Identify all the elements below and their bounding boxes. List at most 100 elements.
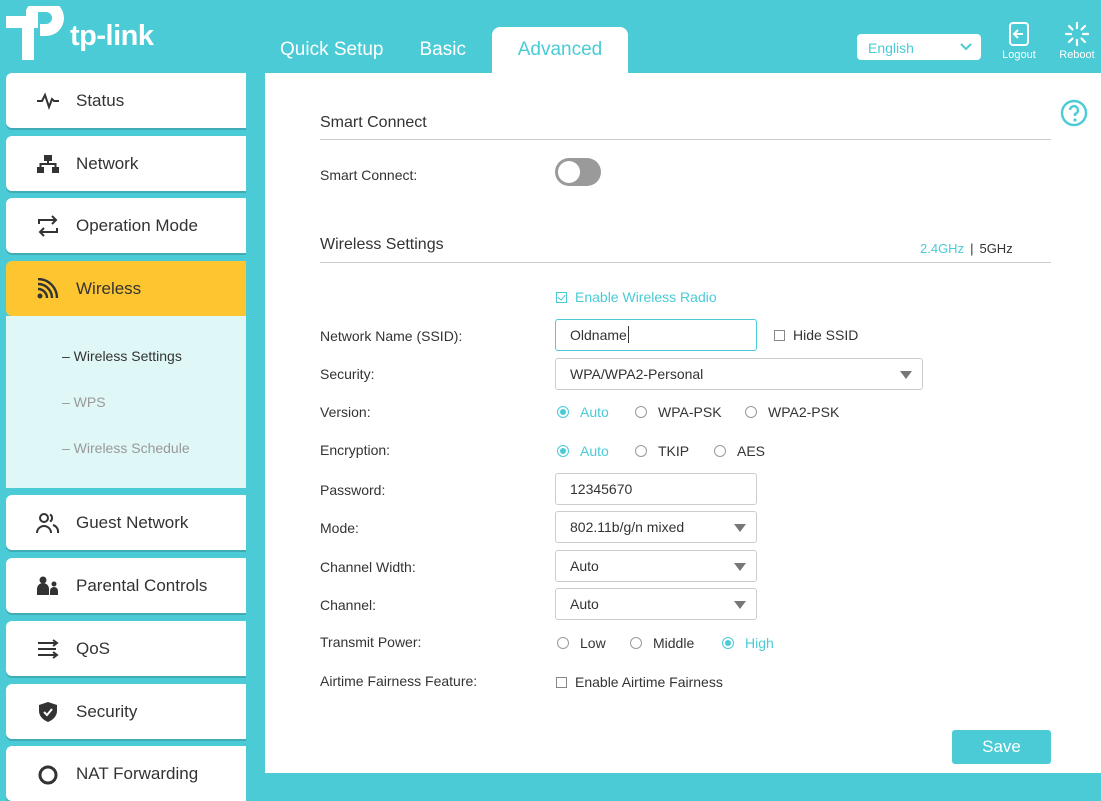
sidebar-item-security[interactable]: Security — [6, 684, 246, 739]
wireless-settings-title: Wireless Settings — [320, 236, 444, 253]
band-switch: 2.4GHz | 5GHz — [920, 241, 1013, 256]
radio-dot — [635, 406, 647, 418]
smart-connect-toggle[interactable] — [555, 158, 601, 186]
band-5ghz-link[interactable]: 5GHz — [979, 241, 1012, 256]
dropdown-arrow-icon — [734, 563, 746, 571]
security-select[interactable]: WPA/WPA2-Personal — [555, 358, 923, 390]
airtime-fairness-checkbox-label: Enable Airtime Fairness — [575, 674, 723, 690]
encryption-radio-aes[interactable]: AES — [714, 443, 765, 459]
radio-dot — [630, 637, 642, 649]
transmit-power-option-label: Middle — [653, 635, 695, 651]
hide-ssid-label: Hide SSID — [793, 327, 859, 343]
chevron-down-icon — [960, 43, 972, 51]
version-radio-wpa-psk[interactable]: WPA-PSK — [635, 404, 722, 420]
transmit-power-radio-high[interactable]: High — [722, 635, 774, 651]
reboot-button[interactable]: Reboot — [1052, 22, 1101, 61]
tab-advanced[interactable]: Advanced — [491, 27, 628, 73]
shield-icon — [39, 702, 57, 722]
users-icon — [36, 513, 60, 534]
sidebar-item-label: Guest Network — [76, 513, 189, 532]
sidebar-item-qos[interactable]: QoS — [6, 621, 246, 676]
password-label: Password: — [320, 482, 386, 498]
version-label: Version: — [320, 404, 371, 420]
submenu-item-wireless-settings[interactable]: – Wireless Settings — [62, 348, 182, 364]
enable-wireless-radio-label: Enable Wireless Radio — [575, 289, 717, 305]
radio-dot — [635, 445, 647, 457]
save-button[interactable]: Save — [952, 730, 1051, 764]
reboot-icon — [1065, 22, 1089, 46]
mode-select[interactable]: 802.11b/g/n mixed — [555, 511, 757, 543]
nat-icon — [38, 765, 58, 785]
text-caret — [627, 326, 629, 343]
sidebar-item-guest-network[interactable]: Guest Network — [6, 495, 246, 550]
sidebar-item-label: Parental Controls — [76, 576, 208, 595]
checkbox-box — [774, 329, 785, 341]
encryption-radio-auto[interactable]: Auto — [557, 443, 609, 459]
pulse-icon — [37, 92, 59, 110]
language-select[interactable]: English — [857, 34, 981, 60]
sidebar-item-label: Operation Mode — [76, 216, 198, 235]
reboot-label: Reboot — [1059, 49, 1095, 61]
encryption-label: Encryption: — [320, 442, 391, 458]
submenu-item-wps[interactable]: – WPS — [62, 394, 106, 410]
ssid-value: Oldname — [570, 327, 627, 343]
version-radio-auto[interactable]: Auto — [557, 404, 609, 420]
sidebar-item-operation-mode[interactable]: Operation Mode — [6, 198, 246, 253]
sidebar-item-label: Security — [76, 702, 138, 721]
sidebar-item-nat-forwarding[interactable]: NAT Forwarding — [6, 746, 246, 801]
version-option-label: WPA-PSK — [658, 404, 722, 420]
band-24ghz-link[interactable]: 2.4GHz — [920, 241, 964, 256]
mode-label: Mode: — [320, 520, 359, 536]
version-option-label: Auto — [580, 404, 609, 420]
top-bar: tp-link Quick Setup Basic Advanced Engli… — [0, 0, 1101, 73]
swap-icon — [38, 215, 58, 237]
dropdown-arrow-icon — [734, 524, 746, 532]
checkbox-box — [556, 291, 567, 303]
channel-width-label: Channel Width: — [320, 559, 416, 575]
encryption-radio-tkip[interactable]: TKIP — [635, 443, 689, 459]
sidebar-item-parental-controls[interactable]: Parental Controls — [6, 558, 246, 613]
radio-dot — [557, 637, 569, 649]
channel-select[interactable]: Auto — [555, 588, 757, 620]
tab-quick-setup[interactable]: Quick Setup — [262, 27, 402, 73]
encryption-option-label: AES — [737, 443, 766, 459]
tp-link-logo[interactable]: tp-link — [6, 0, 156, 61]
submenu-item-wireless-schedule[interactable]: – Wireless Schedule — [62, 440, 190, 456]
transmit-power-radio-low[interactable]: Low — [557, 635, 606, 651]
radio-dot — [745, 406, 757, 418]
ssid-input[interactable]: Oldname — [555, 319, 757, 351]
family-icon — [37, 576, 58, 595]
password-input[interactable]: 12345670 — [555, 473, 757, 505]
tab-basic[interactable]: Basic — [402, 27, 484, 73]
mode-value: 802.11b/g/n mixed — [570, 519, 685, 535]
main-content: Smart Connect Smart Connect: Wireless Se… — [265, 73, 1101, 773]
sidebar-item-label: Network — [76, 154, 139, 173]
sidebar: Status Network Operation Mode Wireless –… — [0, 73, 265, 801]
hide-ssid-checkbox[interactable]: Hide SSID — [774, 327, 858, 343]
logo-text: tp-link — [70, 20, 154, 52]
airtime-fairness-checkbox[interactable]: Enable Airtime Fairness — [556, 674, 723, 690]
transmit-power-radio-middle[interactable]: Middle — [630, 635, 694, 651]
security-label: Security: — [320, 366, 375, 382]
airtime-fairness-label: Airtime Fairness Feature: — [320, 673, 478, 689]
smart-connect-label: Smart Connect: — [320, 167, 418, 183]
transmit-power-label: Transmit Power: — [320, 634, 422, 650]
smart-connect-title: Smart Connect — [320, 114, 427, 131]
sidebar-item-status[interactable]: Status — [6, 73, 246, 128]
dropdown-arrow-icon — [900, 371, 912, 379]
sidebar-item-wireless[interactable]: Wireless — [6, 261, 246, 316]
logout-label: Logout — [1002, 49, 1036, 61]
sidebar-item-label: Status — [76, 91, 125, 110]
security-value: WPA/WPA2-Personal — [570, 366, 704, 382]
enable-wireless-radio-checkbox[interactable]: Enable Wireless Radio — [556, 289, 717, 305]
channel-width-select[interactable]: Auto — [555, 550, 757, 582]
sidebar-item-network[interactable]: Network — [6, 136, 246, 191]
help-icon[interactable] — [1060, 99, 1088, 127]
radio-dot — [557, 445, 569, 457]
logout-button[interactable]: Logout — [994, 22, 1044, 61]
version-option-label: WPA2-PSK — [768, 404, 840, 420]
version-radio-wpa2-psk[interactable]: WPA2-PSK — [745, 404, 839, 420]
ssid-label: Network Name (SSID): — [320, 328, 463, 344]
channel-width-value: Auto — [570, 558, 599, 574]
channel-value: Auto — [570, 596, 599, 612]
